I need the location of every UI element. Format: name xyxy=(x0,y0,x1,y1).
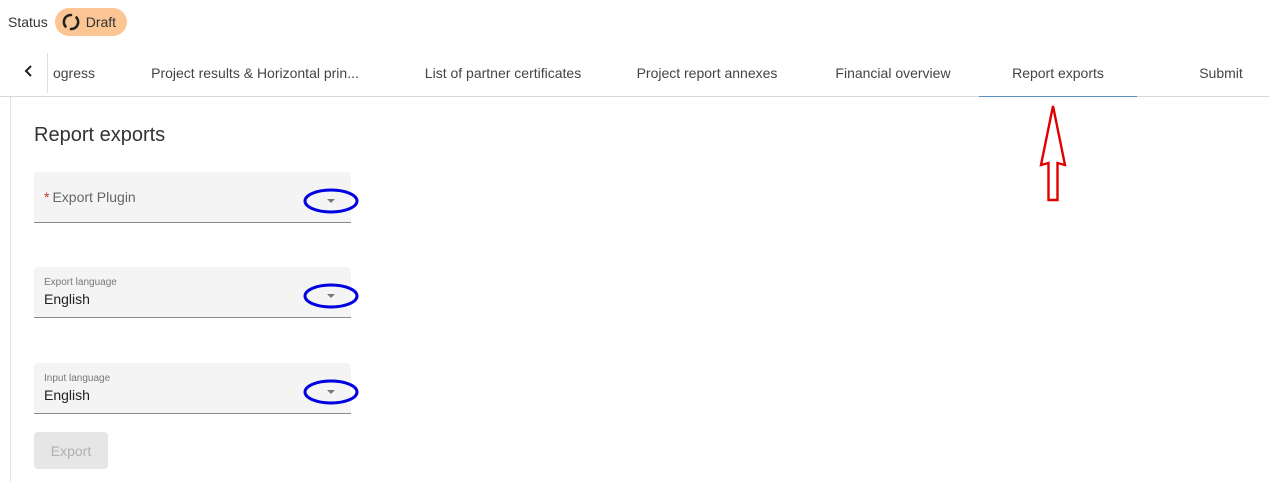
tab-scroll-left-button[interactable] xyxy=(10,49,48,97)
export-plugin-select[interactable]: * Export Plugin xyxy=(34,172,359,223)
export-plugin-placeholder: * Export Plugin xyxy=(44,189,136,205)
caret-down-icon[interactable] xyxy=(302,283,360,309)
export-language-select[interactable]: Export language English xyxy=(34,267,359,318)
status-badge: Draft xyxy=(54,8,128,36)
report-exports-panel: Report exports * Export Plugin Export lan… xyxy=(10,97,1269,482)
loading-circle-icon xyxy=(62,13,80,31)
status-label: Status xyxy=(8,14,48,30)
tab-partner-certificates[interactable]: List of partner certificates xyxy=(400,49,606,97)
input-language-select[interactable]: Input language English xyxy=(34,363,359,414)
status-row: Status Draft xyxy=(8,7,128,37)
tab-report-annexes[interactable]: Project report annexes xyxy=(618,49,796,97)
tab-report-exports[interactable]: Report exports xyxy=(979,49,1137,98)
chevron-left-icon xyxy=(23,64,35,83)
page-title: Report exports xyxy=(34,124,166,146)
export-language-label: Export language xyxy=(44,277,117,288)
tab-progress[interactable]: ogress xyxy=(44,49,104,97)
caret-down-icon[interactable] xyxy=(302,188,360,214)
export-language-value: English xyxy=(44,291,90,307)
input-language-value: English xyxy=(44,387,90,403)
tab-submit[interactable]: Submit xyxy=(1180,49,1262,97)
tab-project-results[interactable]: Project results & Horizontal prin... xyxy=(130,49,380,97)
required-mark: * xyxy=(44,189,50,205)
tab-financial-overview[interactable]: Financial overview xyxy=(818,49,968,97)
export-button[interactable]: Export xyxy=(34,432,108,469)
export-plugin-placeholder-text: Export Plugin xyxy=(52,189,136,205)
up-arrow-icon xyxy=(1038,103,1068,208)
status-chip-label: Draft xyxy=(85,14,117,30)
tab-bar: ogress Project results & Horizontal prin… xyxy=(0,49,1269,98)
input-language-label: Input language xyxy=(44,373,111,384)
caret-down-icon[interactable] xyxy=(302,379,360,405)
